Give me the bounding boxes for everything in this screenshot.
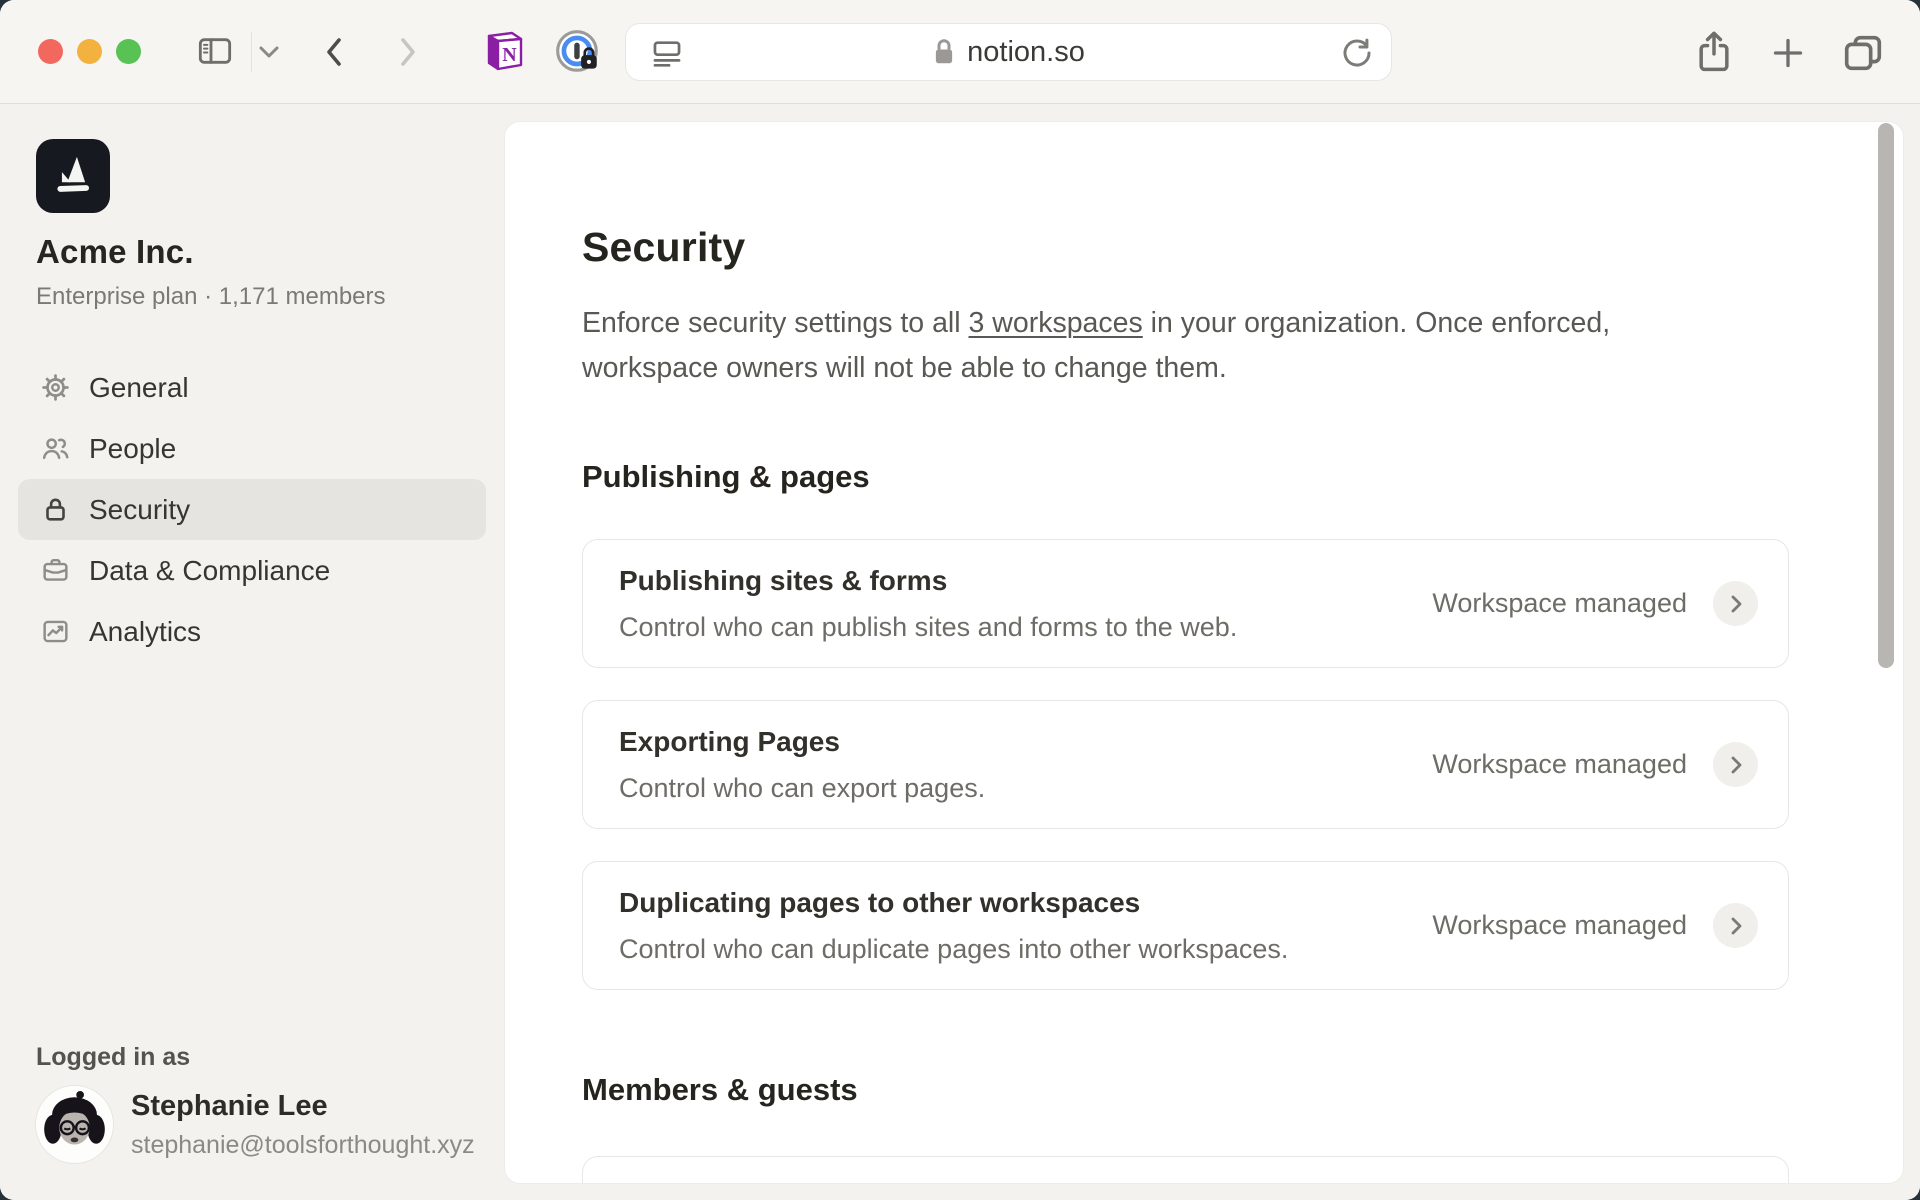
- sidebar-item-label: People: [89, 433, 176, 465]
- setting-title: Publishing sites & forms: [619, 565, 1237, 597]
- notion-app-button[interactable]: N: [479, 28, 527, 76]
- sidebar-item-data-compliance[interactable]: Data & Compliance: [18, 540, 486, 601]
- back-button[interactable]: [318, 30, 352, 74]
- avatar[interactable]: [36, 1086, 113, 1163]
- url-display: notion.so: [626, 24, 1391, 80]
- new-tab-icon: [1768, 33, 1808, 73]
- logged-in-as-label: Logged in as: [36, 1043, 190, 1072]
- onepassword-extension-button[interactable]: [553, 27, 603, 77]
- workspace-meta: Enterprise plan · 1,171 members: [36, 283, 386, 311]
- chart-icon: [40, 616, 71, 647]
- sidebar-item-label: Security: [89, 494, 190, 526]
- reload-button[interactable]: [1339, 35, 1375, 71]
- sidebar-item-analytics[interactable]: Analytics: [18, 601, 486, 662]
- setting-description: Control who can publish sites and forms …: [619, 612, 1237, 643]
- setting-card-actions: Workspace managed: [1432, 903, 1758, 948]
- url-text: notion.so: [967, 36, 1085, 69]
- section-heading-members: Members & guests: [582, 1072, 1789, 1108]
- sidebar-item-label: General: [89, 372, 189, 404]
- lock-icon: [40, 494, 71, 525]
- sidebar-item-label: Data & Compliance: [89, 555, 330, 587]
- setting-card-duplicating-pages[interactable]: Duplicating pages to other workspaces Co…: [582, 861, 1789, 990]
- status-badge: Workspace managed: [1432, 588, 1687, 619]
- browser-toolbar: N: [0, 0, 1920, 104]
- chevron-down-icon: [256, 44, 282, 60]
- people-icon: [40, 433, 71, 464]
- setting-card-actions: Workspace managed: [1432, 581, 1758, 626]
- safari-window: N: [0, 0, 1920, 1200]
- page-title: Security: [582, 224, 1789, 271]
- setting-card-text: Publishing sites & forms Control who can…: [619, 565, 1237, 643]
- status-badge: Workspace managed: [1432, 749, 1687, 780]
- sidebar-toggle-icon: [192, 31, 238, 71]
- toolbar-divider: [251, 32, 252, 72]
- forward-icon: [390, 30, 424, 74]
- sidebar-item-security[interactable]: Security: [18, 479, 486, 540]
- publishing-cards: Publishing sites & forms Control who can…: [582, 539, 1789, 990]
- sidebar-toggle-button[interactable]: [192, 31, 238, 71]
- setting-card-exporting-pages[interactable]: Exporting Pages Control who can export p…: [582, 700, 1789, 829]
- address-bar[interactable]: notion.so: [625, 23, 1392, 81]
- sidebar-item-label: Analytics: [89, 616, 201, 648]
- setting-card-actions: Workspace managed: [1432, 742, 1758, 787]
- chevron-right-icon: [1725, 914, 1747, 938]
- share-icon: [1692, 28, 1736, 76]
- chevron-right-icon: [1725, 753, 1747, 777]
- settings-nav: General People: [18, 357, 486, 662]
- setting-description: Control who can export pages.: [619, 773, 985, 804]
- svg-text:N: N: [502, 44, 517, 66]
- intro-before: Enforce security settings to all: [582, 307, 969, 339]
- user-email: stephanie@toolsforthought.xyz: [131, 1131, 475, 1160]
- open-setting-button[interactable]: [1713, 742, 1758, 787]
- workspace-logo: [36, 139, 110, 213]
- setting-card-publishing-sites[interactable]: Publishing sites & forms Control who can…: [582, 539, 1789, 668]
- section-heading-publishing: Publishing & pages: [582, 459, 1789, 495]
- user-name: Stephanie Lee: [131, 1090, 328, 1123]
- intro-text: Enforce security settings to all 3 works…: [582, 301, 1627, 391]
- sailboat-icon: [47, 150, 99, 202]
- gear-icon: [40, 372, 71, 403]
- setting-card-text: Duplicating pages to other workspaces Co…: [619, 887, 1288, 965]
- setting-title: Exporting Pages: [619, 726, 985, 758]
- page-body: Acme Inc. Enterprise plan · 1,171 member…: [0, 105, 1920, 1200]
- scrollbar-thumb[interactable]: [1878, 123, 1894, 668]
- open-setting-button[interactable]: [1713, 581, 1758, 626]
- padlock-icon: [932, 37, 956, 67]
- sidebar-item-people[interactable]: People: [18, 418, 486, 479]
- open-setting-button[interactable]: [1713, 903, 1758, 948]
- settings-content-panel: Security Enforce security settings to al…: [504, 121, 1904, 1184]
- traffic-light-maximize[interactable]: [116, 39, 141, 64]
- workspaces-link[interactable]: 3 workspaces: [969, 307, 1143, 339]
- new-tab-button[interactable]: [1768, 33, 1808, 73]
- setting-card-text: Exporting Pages Control who can export p…: [619, 726, 985, 804]
- sidebar-menu-button[interactable]: [256, 44, 282, 60]
- notion-favicon: N: [479, 28, 527, 76]
- onepassword-favicon: [553, 27, 603, 77]
- setting-card-partial[interactable]: [582, 1156, 1789, 1184]
- status-badge: Workspace managed: [1432, 910, 1687, 941]
- briefcase-icon: [40, 555, 71, 586]
- workspace-name: Acme Inc.: [36, 233, 194, 271]
- setting-title: Duplicating pages to other workspaces: [619, 887, 1288, 919]
- traffic-light-minimize[interactable]: [77, 39, 102, 64]
- tab-overview-icon: [1840, 30, 1886, 76]
- tab-overview-button[interactable]: [1840, 30, 1886, 76]
- sidebar-item-general[interactable]: General: [18, 357, 486, 418]
- back-icon: [318, 30, 352, 74]
- chevron-right-icon: [1725, 592, 1747, 616]
- share-button[interactable]: [1692, 28, 1736, 76]
- traffic-light-close[interactable]: [38, 39, 63, 64]
- forward-button[interactable]: [390, 30, 424, 74]
- setting-description: Control who can duplicate pages into oth…: [619, 934, 1288, 965]
